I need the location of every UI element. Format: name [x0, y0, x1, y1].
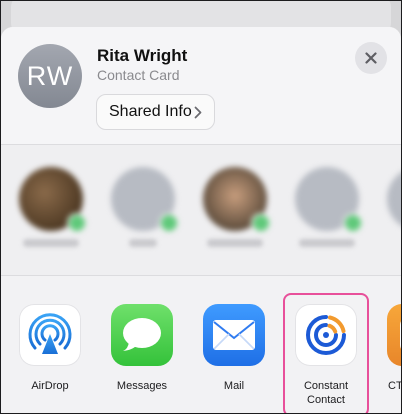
share-sheet: RW Rita Wright Contact Card Shared Info	[1, 27, 401, 413]
airdrop-icon	[19, 304, 81, 366]
apps-row: AirDrop Messages Mail Constant Contact C	[1, 277, 401, 413]
ct-app-icon	[387, 304, 401, 366]
avatar: RW	[18, 44, 82, 108]
close-icon	[365, 52, 377, 64]
mail-icon	[203, 304, 265, 366]
contact-name: Rita Wright	[97, 46, 188, 65]
person-suggestion[interactable]	[203, 167, 271, 233]
person-suggestion[interactable]	[111, 167, 179, 233]
messages-badge-icon	[159, 213, 179, 233]
app-airdrop[interactable]: AirDrop	[18, 304, 82, 393]
app-label-airdrop: AirDrop	[31, 380, 69, 392]
app-mail[interactable]: Mail	[202, 304, 266, 393]
app-label-ct: CT	[388, 380, 401, 392]
messages-icon	[111, 304, 173, 366]
messages-badge-icon	[343, 213, 363, 233]
app-label-mail: Mail	[223, 380, 245, 392]
close-button[interactable]	[355, 42, 387, 74]
person-label	[129, 239, 157, 247]
people-suggestions-row	[1, 145, 401, 275]
person-label	[207, 239, 263, 247]
app-messages[interactable]: Messages	[110, 304, 174, 393]
app-label-messages: Messages	[116, 380, 168, 392]
person-suggestion[interactable]	[19, 167, 87, 233]
messages-badge-icon	[251, 213, 271, 233]
person-suggestion[interactable]	[295, 167, 363, 233]
person-label	[299, 239, 355, 247]
person-suggestion[interactable]	[387, 167, 401, 231]
messages-badge-icon	[67, 213, 87, 233]
shared-info-button[interactable]: Shared Info	[96, 94, 215, 130]
shared-info-label: Shared Info	[109, 103, 192, 120]
contact-subtitle: Contact Card	[97, 67, 180, 83]
app-ct[interactable]: CT	[386, 304, 401, 393]
person-label	[23, 239, 79, 247]
constant-contact-highlight	[283, 293, 369, 413]
chevron-right-icon	[194, 106, 202, 119]
share-sheet-screenshot: RW Rita Wright Contact Card Shared Info	[0, 0, 402, 414]
people-divider	[1, 275, 401, 276]
share-sheet-header: RW Rita Wright Contact Card Shared Info	[1, 27, 401, 144]
